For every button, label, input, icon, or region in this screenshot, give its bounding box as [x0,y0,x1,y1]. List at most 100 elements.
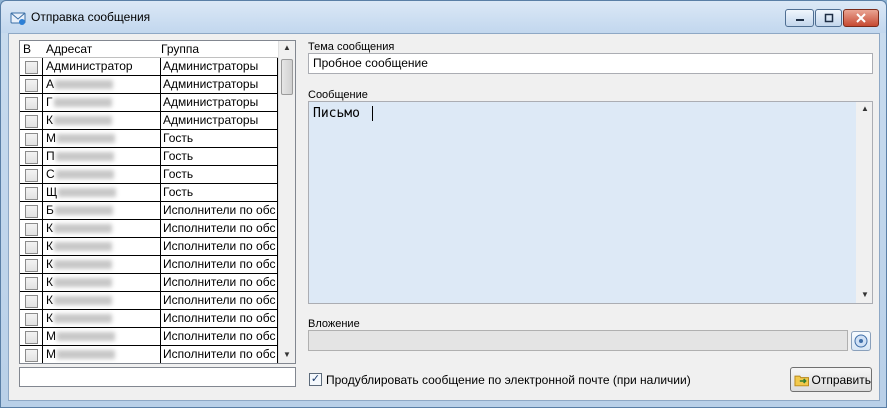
addressee-cell: Администратор [42,58,160,75]
row-checkbox[interactable] [25,61,38,74]
row-checkbox[interactable] [25,241,38,254]
row-checkbox[interactable] [25,295,38,308]
row-checkbox[interactable] [25,313,38,326]
table-row[interactable]: К Исполнители по обс [20,220,278,238]
attachment-label: Вложение [308,318,360,330]
table-row[interactable]: П Гость [20,148,278,166]
table-row[interactable]: М Исполнители по обс [20,328,278,346]
addressee-text: К [46,275,53,289]
table-row[interactable]: А Администраторы [20,76,278,94]
duplicate-email-checkbox[interactable]: ✓ [309,373,322,386]
group-cell: Администраторы [160,76,278,93]
redacted-text [54,224,112,234]
header-addressee[interactable]: Адресат [46,42,92,56]
row-checkbox[interactable] [25,223,38,236]
group-cell: Исполнители по обс [160,328,278,345]
addressee-text: Б [46,203,54,217]
table-row[interactable]: С Гость [20,166,278,184]
addressee-cell: С [42,166,160,183]
attachment-field [308,330,848,351]
row-checkbox[interactable] [25,259,38,272]
redacted-text [54,206,113,216]
addressee-cell: Г [42,94,160,111]
send-message-window: Отправка сообщения В Адресат Группа Адми… [0,0,887,408]
row-checkbox[interactable] [25,187,38,200]
close-button[interactable] [843,9,879,27]
table-row[interactable]: Б Исполнители по обс [20,202,278,220]
addressee-text: К [46,257,53,271]
redacted-text [54,296,112,306]
table-row[interactable]: К Исполнители по обс [20,292,278,310]
table-row[interactable]: Щ Гость [20,184,278,202]
group-cell: Исполнители по обс [160,202,278,219]
maximize-button[interactable] [815,9,842,27]
grid-scrollbar[interactable]: ▲ ▼ [278,41,295,363]
scroll-down-icon[interactable]: ▼ [861,290,869,299]
redacted-text [55,80,114,90]
redacted-text [57,332,115,342]
title-bar[interactable]: Отправка сообщения [1,1,886,33]
attach-button[interactable] [851,331,871,351]
subject-field[interactable]: Пробное сообщение [308,53,873,74]
scroll-up-icon[interactable]: ▲ [861,104,869,113]
group-cell: Гость [160,166,278,183]
addressee-text: К [46,113,53,127]
scroll-thumb[interactable] [281,59,293,95]
row-checkbox[interactable] [25,331,38,344]
table-row[interactable]: М Исполнители по обс [20,346,278,363]
row-checkbox[interactable] [25,151,38,164]
addressee-text: Администратор [46,59,133,73]
row-checkbox[interactable] [25,205,38,218]
row-checkbox[interactable] [25,349,38,362]
table-row[interactable]: Администратор Администраторы [20,58,278,76]
scroll-up-icon[interactable]: ▲ [283,43,291,52]
grid-filter-input[interactable] [19,367,296,387]
addressee-text: М [46,347,56,361]
group-cell: Исполнители по обс [160,310,278,327]
redacted-text [57,350,115,360]
group-cell: Гость [160,148,278,165]
grid-header: В Адресат Группа [20,41,278,58]
duplicate-email-label[interactable]: Продублировать сообщение по электронной … [326,373,691,387]
scroll-down-icon[interactable]: ▼ [283,350,291,359]
row-checkbox[interactable] [25,133,38,146]
addressee-cell: К [42,292,160,309]
message-textarea[interactable]: Письмо ▲ ▼ [308,101,873,304]
header-group[interactable]: Группа [161,42,199,56]
row-checkbox[interactable] [25,79,38,92]
addressee-text: М [46,131,56,145]
send-button[interactable]: Отправить [790,367,872,392]
close-icon [856,13,866,23]
group-cell: Гость [160,130,278,147]
table-row[interactable]: К Исполнители по обс [20,238,278,256]
recipients-grid[interactable]: В Адресат Группа Администратор Администра… [19,40,296,364]
table-row[interactable]: К Исполнители по обс [20,256,278,274]
table-row[interactable]: М Гость [20,130,278,148]
client-area: В Адресат Группа Администратор Администра… [8,33,880,401]
row-checkbox[interactable] [25,169,38,182]
group-cell: Администраторы [160,94,278,111]
message-scrollbar[interactable]: ▲ ▼ [856,102,872,303]
folder-send-icon [794,375,810,386]
addressee-text: А [46,77,55,91]
addressee-cell: Б [42,202,160,219]
addressee-cell: П [42,148,160,165]
app-icon [10,12,26,25]
grid-rows: Администратор Администраторы А Администрато… [20,58,278,363]
table-row[interactable]: Г Администраторы [20,94,278,112]
group-cell: Исполнители по обс [160,274,278,291]
table-row[interactable]: К Администраторы [20,112,278,130]
row-checkbox[interactable] [25,97,38,110]
addressee-cell: М [42,130,160,147]
redacted-text [54,116,112,126]
table-row[interactable]: К Исполнители по обс [20,310,278,328]
table-row[interactable]: К Исполнители по обс [20,274,278,292]
header-select[interactable]: В [23,42,31,56]
redacted-text [55,170,114,180]
redacted-text [54,242,112,252]
text-caret [372,106,373,121]
row-checkbox[interactable] [25,277,38,290]
minimize-button[interactable] [785,9,814,27]
row-checkbox[interactable] [25,115,38,128]
addressee-cell: Щ [42,184,160,201]
